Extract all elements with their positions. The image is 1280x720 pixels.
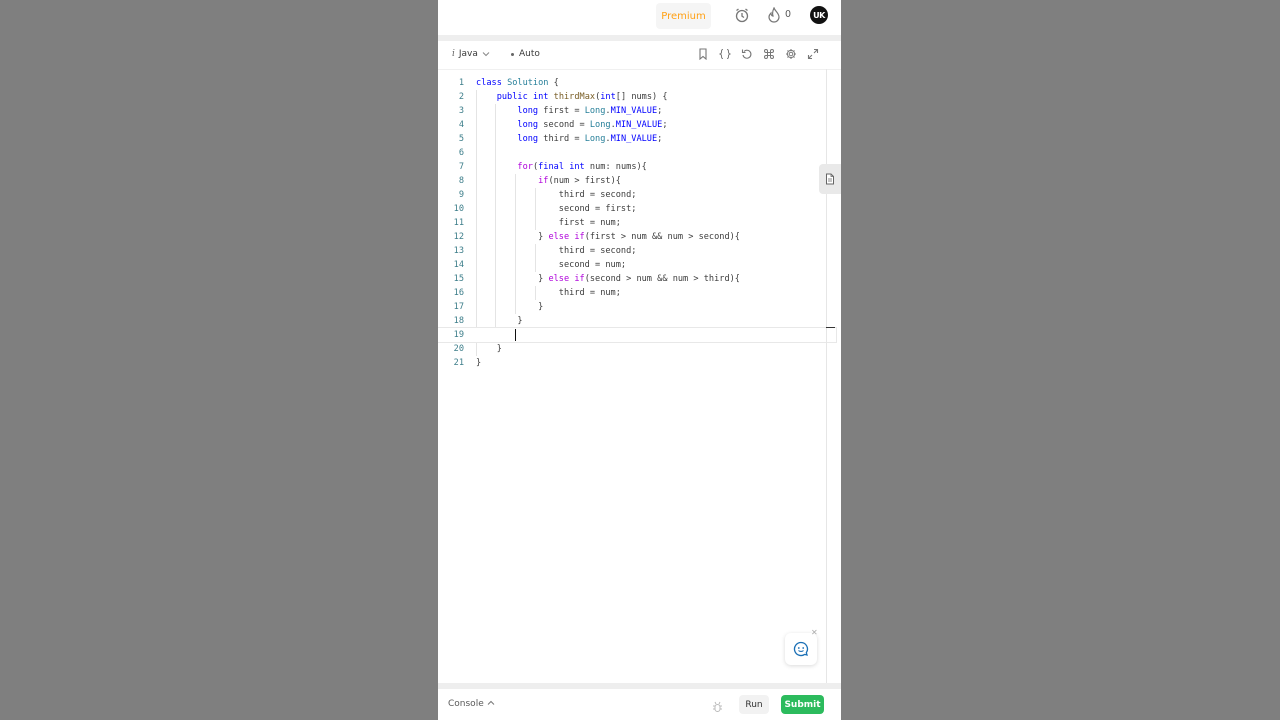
chat-bot-icon xyxy=(793,641,809,657)
language-label: Java xyxy=(458,49,478,59)
line-number: 2 xyxy=(458,92,464,102)
code-text: } else if(second > num && num > third){ xyxy=(476,274,740,284)
line-number: 1 xyxy=(458,78,464,88)
code-line[interactable]: 7 for(final int num: nums){ xyxy=(438,160,826,174)
editor-toolbar: i Java Auto xyxy=(438,41,841,70)
line-number: 13 xyxy=(453,246,464,256)
cursor-position-marker xyxy=(826,327,835,328)
chevron-down-icon xyxy=(482,52,490,57)
code-line[interactable]: 4 long second = Long.MIN_VALUE; xyxy=(438,118,826,132)
streak-flame-icon[interactable] xyxy=(767,6,781,23)
code-text: } xyxy=(476,358,482,368)
line-number: 15 xyxy=(453,274,464,284)
line-number: 20 xyxy=(453,344,464,354)
code-text: first = num; xyxy=(558,218,621,228)
code-text: } else if(first > num && num > second){ xyxy=(476,232,740,242)
premium-button[interactable]: Premium xyxy=(656,3,711,29)
code-text: long first = Long.MIN_VALUE; xyxy=(517,106,663,116)
fullscreen-icon[interactable] xyxy=(806,47,819,60)
code-text: class Solution { xyxy=(476,78,559,88)
code-line[interactable]: 2 public int thirdMax(int[] nums) { xyxy=(438,90,826,104)
code-line[interactable]: 6 xyxy=(438,146,826,160)
line-number: 9 xyxy=(458,190,464,200)
editor-scrollbar[interactable] xyxy=(826,69,827,683)
code-text: second = num; xyxy=(558,260,627,270)
code-line[interactable]: 3 long first = Long.MIN_VALUE; xyxy=(438,104,826,118)
chat-assistant-button[interactable] xyxy=(785,633,817,665)
text-cursor xyxy=(515,329,516,341)
code-text: second = first; xyxy=(558,204,637,214)
debug-icon[interactable] xyxy=(712,698,723,712)
line-number: 3 xyxy=(458,106,464,116)
code-text: long third = Long.MIN_VALUE; xyxy=(517,134,663,144)
code-line[interactable]: 5 long third = Long.MIN_VALUE; xyxy=(438,132,826,146)
line-number: 14 xyxy=(453,260,464,270)
auto-mode-label: Auto xyxy=(519,49,540,59)
code-line[interactable]: 12 } else if(first > num && num > second… xyxy=(438,230,826,244)
line-number: 18 xyxy=(453,316,464,326)
bottom-bar: Console Run Submit xyxy=(438,689,841,720)
code-line[interactable]: 14 second = num; xyxy=(438,258,826,272)
code-text: third = second; xyxy=(558,190,637,200)
file-icon[interactable] xyxy=(819,164,841,194)
close-icon[interactable]: ✕ xyxy=(811,628,818,637)
code-line[interactable]: 9 third = second; xyxy=(438,188,826,202)
code-text: if(num > first){ xyxy=(538,176,621,186)
code-line[interactable]: 21} xyxy=(438,356,826,370)
mode-dot-icon xyxy=(511,52,514,56)
code-text: } xyxy=(476,316,523,326)
auto-mode-toggle[interactable]: Auto xyxy=(511,49,540,59)
line-number: 12 xyxy=(453,232,464,242)
run-button[interactable]: Run xyxy=(739,695,769,714)
settings-icon[interactable] xyxy=(784,47,797,60)
code-line[interactable]: 13 third = second; xyxy=(438,244,826,258)
bookmark-icon[interactable] xyxy=(696,47,709,60)
code-text: long second = Long.MIN_VALUE; xyxy=(517,120,668,130)
code-line[interactable]: 19 xyxy=(438,327,837,343)
line-number: 21 xyxy=(453,358,464,368)
line-number: 11 xyxy=(453,218,464,228)
line-number: 4 xyxy=(458,120,464,130)
line-number: 19 xyxy=(453,330,464,340)
line-number: 8 xyxy=(458,176,464,186)
top-bar: Premium 0 UK xyxy=(438,0,841,35)
streak-count: 0 xyxy=(785,9,792,20)
braces-icon[interactable] xyxy=(718,47,731,60)
code-text: for(final int num: nums){ xyxy=(517,162,647,172)
line-number: 16 xyxy=(453,288,464,298)
code-line[interactable]: 11 first = num; xyxy=(438,216,826,230)
timer-icon[interactable] xyxy=(734,7,750,23)
shortcut-icon[interactable] xyxy=(762,47,775,60)
language-selector[interactable]: i Java xyxy=(452,49,490,59)
submit-button[interactable]: Submit xyxy=(781,695,824,714)
language-icon: i xyxy=(452,49,455,59)
code-line[interactable]: 16 third = num; xyxy=(438,286,826,300)
code-line[interactable]: 17 } xyxy=(438,300,826,314)
code-text: } xyxy=(476,302,544,312)
console-toggle[interactable]: Console xyxy=(448,699,495,709)
editor-tools xyxy=(696,47,819,60)
avatar[interactable]: UK xyxy=(810,6,828,24)
code-line[interactable]: 10 second = first; xyxy=(438,202,826,216)
code-line[interactable]: 8 if(num > first){ xyxy=(438,174,826,188)
code-line[interactable]: 20 } xyxy=(438,342,826,356)
editor-panel: Premium 0 UK i Java Auto 1 class Solutio… xyxy=(438,0,841,720)
code-area[interactable]: 1 class Solution { 2 public int thirdMax(i… xyxy=(438,76,837,370)
line-number: 6 xyxy=(458,148,464,158)
code-text: public int thirdMax(int[] nums) { xyxy=(496,92,668,102)
code-text: third = second; xyxy=(558,246,637,256)
line-number: 7 xyxy=(458,162,464,172)
console-label: Console xyxy=(448,699,484,709)
chevron-up-icon xyxy=(487,700,494,705)
code-text: third = num; xyxy=(558,288,621,298)
line-number: 5 xyxy=(458,134,464,144)
line-number: 17 xyxy=(453,302,464,312)
code-text: } xyxy=(476,344,502,354)
line-number: 10 xyxy=(453,204,464,214)
code-line[interactable]: 1 class Solution { xyxy=(438,76,826,90)
reset-icon[interactable] xyxy=(740,47,753,60)
code-line[interactable]: 18 } xyxy=(438,314,826,328)
code-line[interactable]: 15 } else if(second > num && num > third… xyxy=(438,272,826,286)
